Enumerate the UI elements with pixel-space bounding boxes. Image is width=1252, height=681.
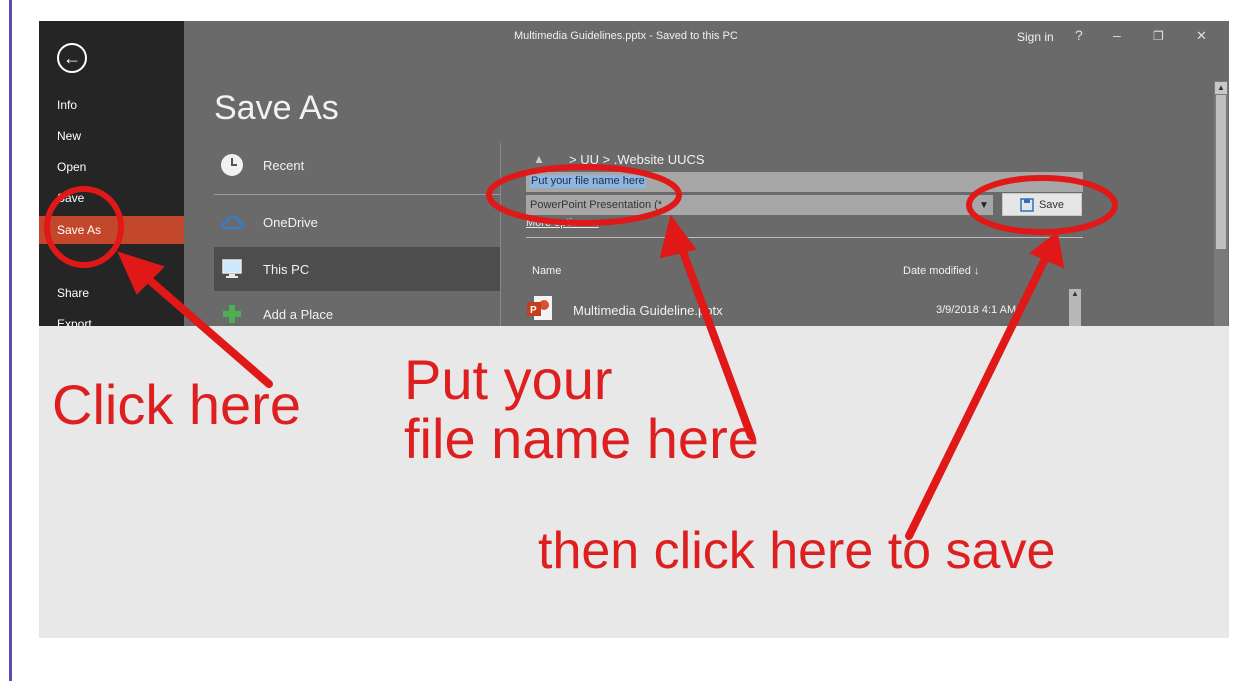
file-type-select[interactable]: PowerPoint Presentation (*: [526, 195, 993, 215]
place-label: This PC: [263, 262, 310, 277]
document-title: Multimedia Guidelines.pptx - Saved to th…: [514, 30, 738, 42]
window-scrollbar-thumb[interactable]: [1216, 95, 1226, 249]
title-bar: Multimedia Guidelines.pptx - Saved to th…: [184, 21, 1229, 51]
sign-in-link[interactable]: Sign in: [1017, 30, 1054, 44]
save-button-label: Save: [1038, 198, 1065, 211]
place-label: Add a Place: [263, 307, 334, 322]
page-title: Save As: [214, 89, 339, 127]
caption-line-2: file name here: [404, 406, 759, 470]
scroll-up-icon[interactable]: ▲: [1215, 82, 1227, 94]
up-arrow-icon[interactable]: ▲: [533, 152, 545, 166]
caption-then-save: then click here to save: [538, 522, 1056, 580]
nav-item-info[interactable]: Info: [39, 91, 184, 119]
places-divider: [214, 194, 500, 195]
panel-separator: [500, 143, 501, 326]
scroll-up-icon[interactable]: ▲: [1071, 289, 1079, 299]
file-name-selected-text: Put your file name here: [530, 175, 646, 188]
column-header-name[interactable]: Name: [532, 265, 561, 277]
file-date: 3/9/2018 4:1 AM: [936, 304, 1017, 316]
place-recent[interactable]: Recent: [214, 143, 500, 187]
cloud-icon: [221, 215, 244, 229]
powerpoint-file-icon: P: [527, 296, 552, 320]
form-divider: [526, 237, 1083, 238]
more-options-link[interactable]: More options...: [526, 217, 599, 229]
file-name[interactable]: Multimedia Guideline.pptx: [573, 303, 723, 318]
backstage-nav: ← Info New Open Save Save As Share Expor…: [39, 21, 184, 326]
nav-item-new[interactable]: New: [39, 122, 184, 150]
left-rule: [9, 0, 12, 681]
breadcrumb[interactable]: > UU > .Website UUCS: [569, 152, 705, 167]
column-header-date-modified[interactable]: Date modified ↓: [903, 265, 979, 277]
place-onedrive[interactable]: OneDrive: [214, 200, 500, 244]
nav-item-export[interactable]: Export: [39, 310, 184, 326]
caption-click-here: Click here: [52, 373, 301, 436]
save-button[interactable]: Save: [1002, 193, 1082, 216]
nav-item-save[interactable]: Save: [39, 184, 184, 212]
computer-icon: [222, 259, 242, 278]
help-icon[interactable]: ?: [1075, 28, 1083, 42]
place-label: OneDrive: [263, 215, 318, 230]
place-label: Recent: [263, 158, 305, 173]
nav-item-open[interactable]: Open: [39, 153, 184, 181]
caption-line-1: Put your: [404, 348, 613, 411]
svg-text:P: P: [530, 305, 537, 316]
place-add-a-place[interactable]: Add a Place: [214, 292, 500, 326]
nav-item-save-as[interactable]: Save As: [39, 216, 184, 244]
places-list: Recent OneDrive This PC Add a Place: [214, 143, 500, 326]
clock-icon: [221, 154, 243, 176]
floppy-disk-icon: [1020, 197, 1034, 212]
close-icon[interactable]: ✕: [1196, 29, 1207, 42]
chevron-down-icon[interactable]: ▼: [979, 200, 989, 211]
screenshot-frame: ← Info New Open Save Save As Share Expor…: [39, 21, 1229, 638]
restore-icon[interactable]: ❐: [1153, 30, 1164, 42]
back-arrow-icon[interactable]: ←: [57, 43, 87, 73]
minimize-icon[interactable]: –: [1113, 28, 1121, 42]
nav-item-share[interactable]: Share: [39, 279, 184, 307]
place-this-pc[interactable]: This PC: [214, 247, 500, 291]
plus-icon: [223, 305, 241, 323]
caption-put-file-name: Put your file name here: [404, 348, 759, 470]
backstage-view: ← Info New Open Save Save As Share Expor…: [39, 21, 1229, 326]
